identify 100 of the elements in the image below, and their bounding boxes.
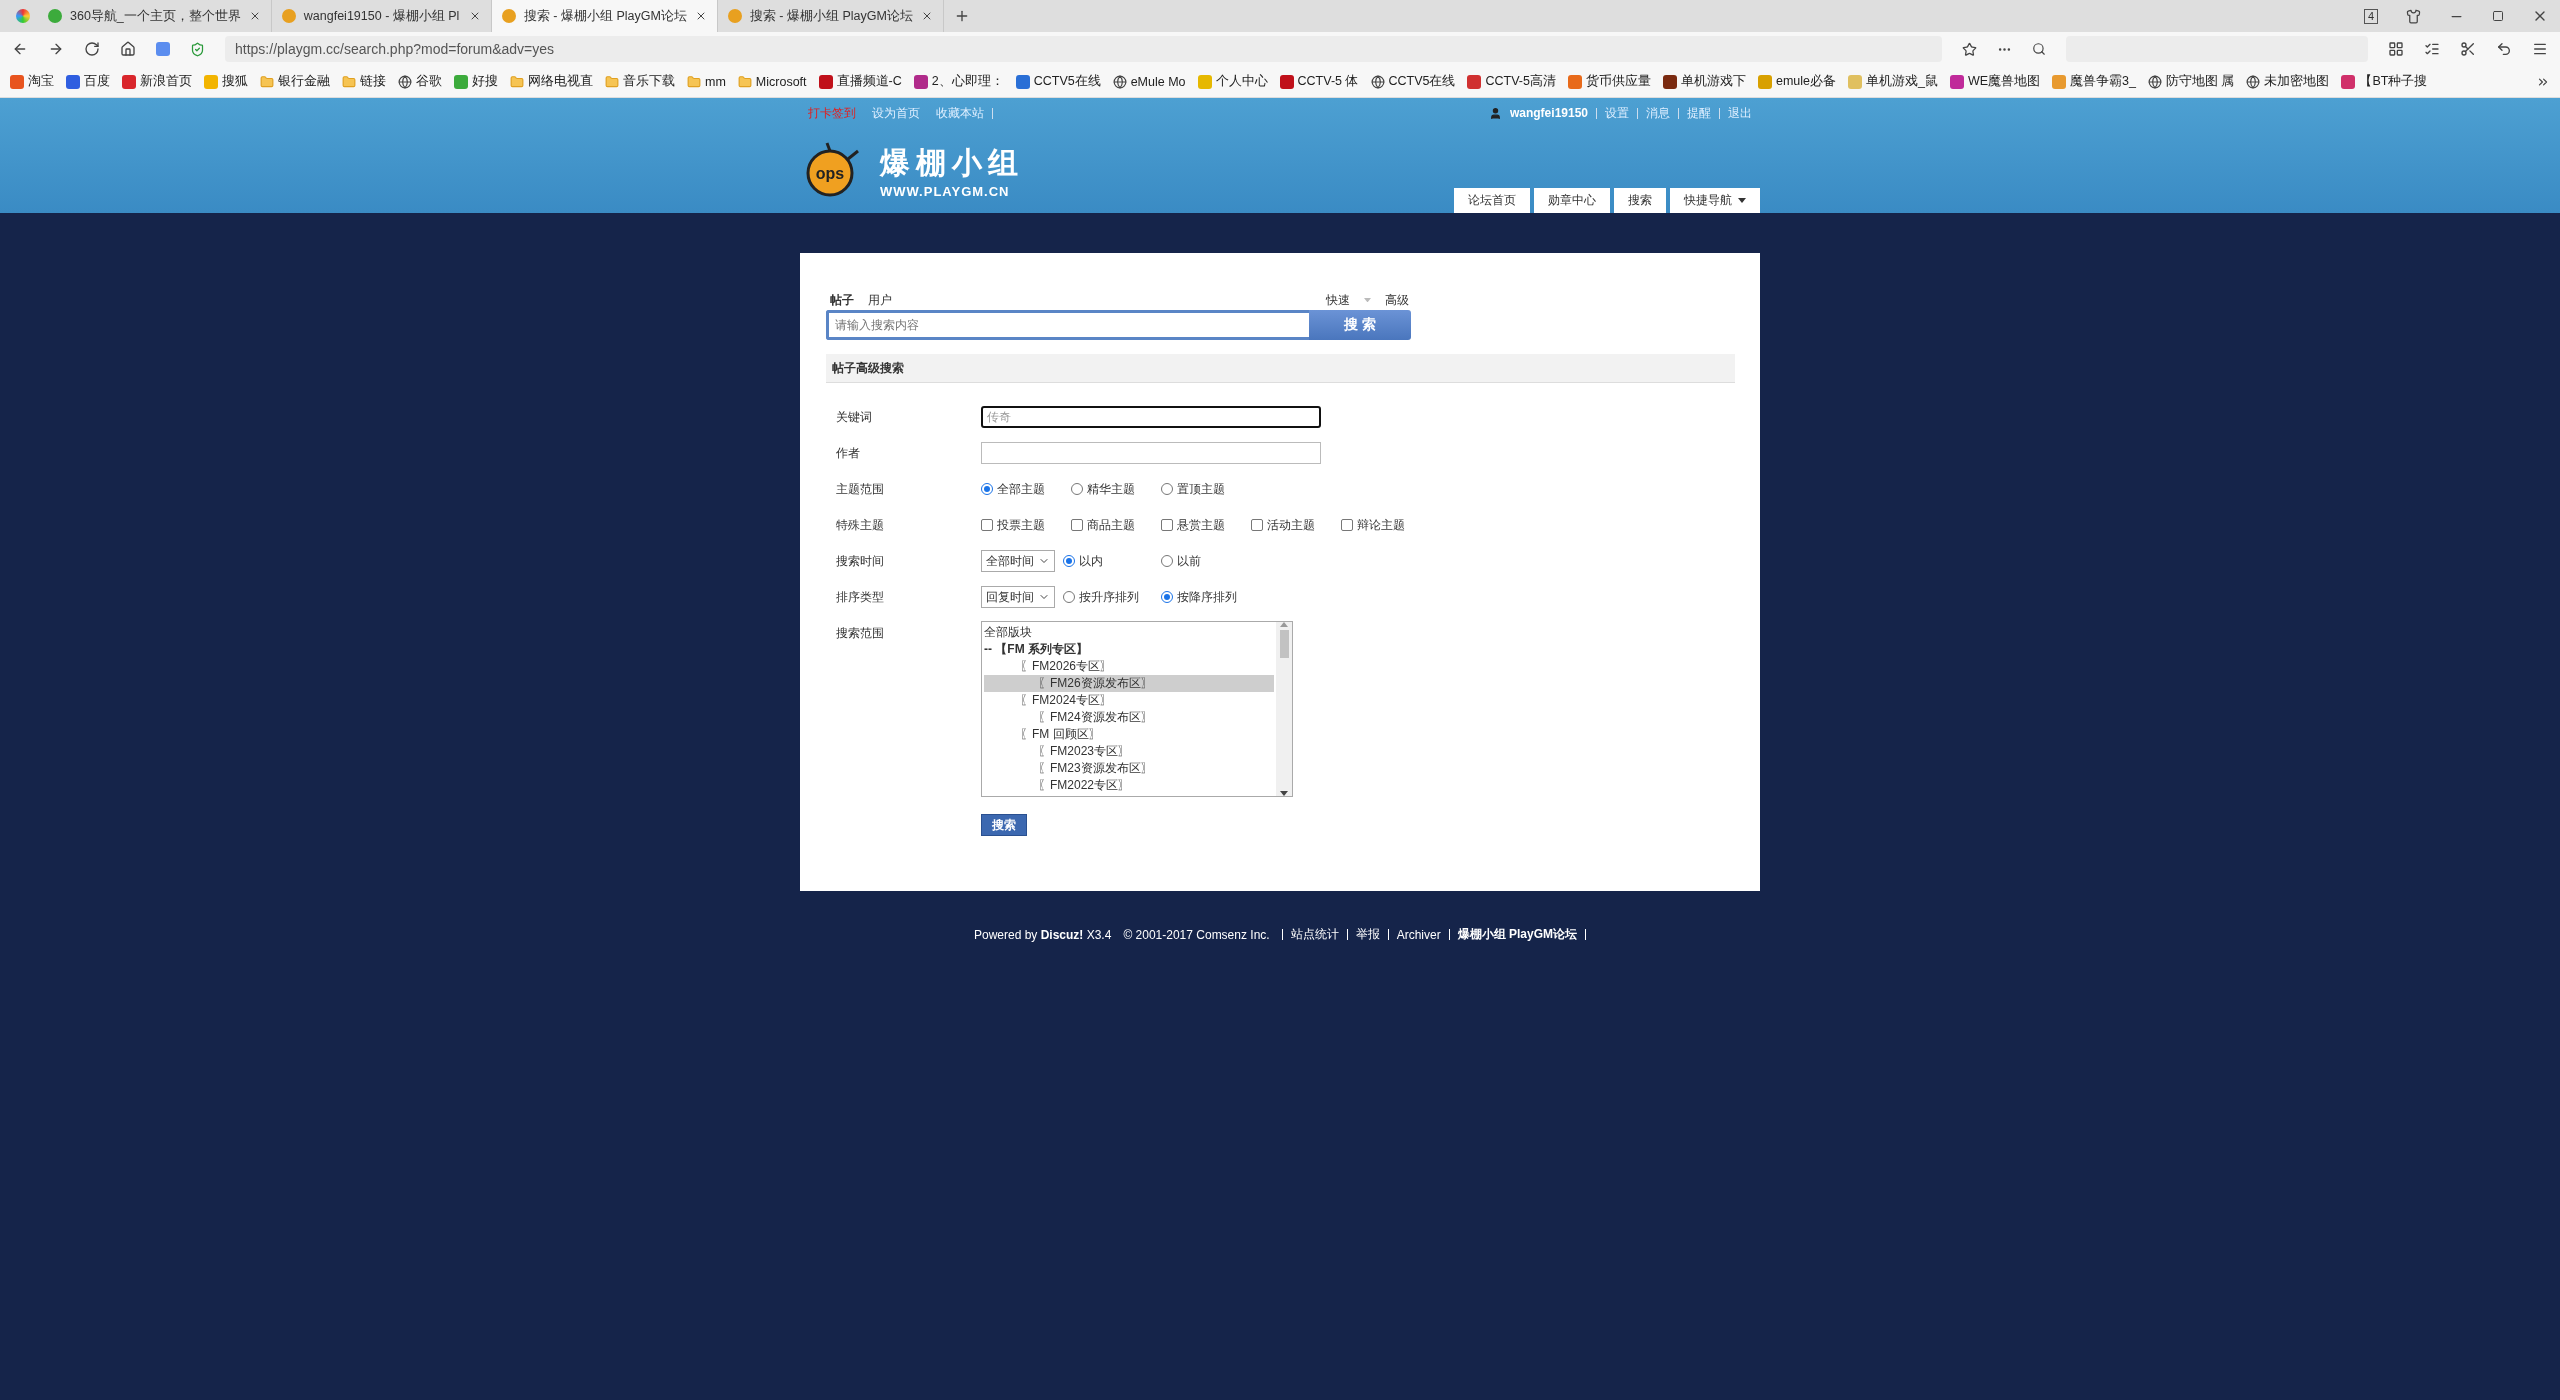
list-option[interactable]: 〖FM2026专区〗 [984, 658, 1274, 675]
bookmark-item[interactable]: emule必备 [1757, 73, 1836, 90]
footer-link[interactable]: 举报 [1355, 926, 1380, 943]
bookmark-item[interactable]: 未加密地图 [2246, 73, 2330, 90]
scrollbar-thumb[interactable] [1279, 630, 1289, 658]
maximize-icon[interactable] [2492, 10, 2504, 22]
radio-option[interactable]: 以内 [1063, 552, 1153, 570]
checkbox-option[interactable]: 悬赏主题 [1161, 516, 1243, 534]
bookmark-item[interactable]: CCTV-5 体 [1279, 73, 1359, 90]
list-option[interactable]: 〖FM26资源发布区〗 [984, 675, 1274, 692]
nav-button[interactable]: 勋章中心 [1534, 188, 1610, 213]
list-option[interactable]: 〖FM2023专区〗 [984, 743, 1274, 760]
scroll-up-icon[interactable] [1280, 622, 1288, 627]
checkbox-option[interactable]: 辩论主题 [1341, 516, 1423, 534]
browser-tab[interactable]: 搜索 - 爆棚小组 PlayGM论坛 [491, 0, 718, 32]
bookmark-item[interactable]: 银行金融 [260, 73, 330, 90]
bookmark-item[interactable]: 【BT种子搜 [2341, 73, 2428, 90]
checkbox-option[interactable]: 投票主题 [981, 516, 1063, 534]
radio-option[interactable]: 全部主题 [981, 480, 1063, 498]
bookmark-item[interactable]: 2、心即理： [913, 73, 1004, 90]
radio-icon[interactable] [1161, 483, 1173, 495]
bookmark-item[interactable]: 链接 [342, 73, 386, 90]
search-icon[interactable] [2032, 42, 2047, 56]
radio-icon[interactable] [1161, 591, 1173, 603]
bookmark-item[interactable]: Microsoft [737, 74, 807, 89]
select-field[interactable]: 回复时间 [981, 586, 1055, 608]
search-button[interactable]: 搜 索 [1309, 310, 1411, 340]
checkbox-icon[interactable] [981, 519, 993, 531]
footer-link[interactable]: Archiver [1396, 927, 1441, 942]
bookmark-item[interactable]: 谷歌 [398, 73, 442, 90]
bookmark-item[interactable]: 个人中心 [1197, 73, 1268, 90]
checkbox-icon[interactable] [1161, 519, 1173, 531]
footer-link[interactable]: 站点统计 [1290, 926, 1339, 943]
reload-icon[interactable] [84, 41, 100, 57]
shirt-icon[interactable] [2406, 8, 2421, 24]
bookmark-item[interactable]: 百度 [66, 73, 110, 90]
search-tab[interactable]: 用户 [868, 291, 892, 309]
radio-option[interactable]: 按降序排列 [1161, 588, 1237, 606]
scissors-icon[interactable] [2460, 41, 2476, 57]
select-field[interactable]: 全部时间 [981, 550, 1055, 572]
list-option[interactable]: 〖FM2022专区〗 [984, 777, 1274, 794]
bookmark-item[interactable]: 好搜 [454, 73, 498, 90]
bookmark-item[interactable]: 淘宝 [10, 73, 54, 90]
footer-link[interactable]: 爆棚小组 PlayGM论坛 [1457, 926, 1578, 943]
submit-button[interactable]: 搜索 [981, 814, 1027, 836]
nav-button[interactable]: 论坛首页 [1454, 188, 1530, 213]
bookmark-item[interactable]: 网络电视直 [510, 73, 593, 90]
back-icon[interactable] [12, 41, 28, 57]
nav-button[interactable]: 快捷导航 [1670, 188, 1760, 213]
favorites-icon[interactable] [2424, 41, 2440, 57]
list-option[interactable]: 〖FM 回顾区〗 [984, 726, 1274, 743]
bookmark-item[interactable]: CCTV-5高清 [1467, 73, 1556, 90]
bookmark-item[interactable]: 单机游戏下 [1662, 73, 1746, 90]
list-option[interactable]: 全部版块 [984, 624, 1274, 641]
bookmark-item[interactable]: 单机游戏_鼠 [1848, 73, 1938, 90]
list-option[interactable]: -- 【FM 系列专区】 [984, 641, 1274, 658]
window-count-badge[interactable]: 4 [2363, 8, 2378, 24]
checkbox-icon[interactable] [1341, 519, 1353, 531]
checkbox-icon[interactable] [1071, 519, 1083, 531]
checkbox-icon[interactable] [1251, 519, 1263, 531]
bookmark-item[interactable]: 新浪首页 [122, 73, 192, 90]
home-icon[interactable] [120, 41, 136, 57]
radio-icon[interactable] [1063, 555, 1075, 567]
bookmark-item[interactable]: 直播频道-C [818, 73, 902, 90]
search-tab[interactable]: 帖子 [830, 291, 854, 309]
search-input[interactable]: 请输入搜索内容 [826, 310, 1309, 340]
advanced-search-link[interactable]: 高级 [1385, 291, 1409, 309]
bookmark-item[interactable]: WE魔兽地图 [1949, 73, 2041, 90]
bookmark-item[interactable]: 音乐下载 [605, 73, 675, 90]
checkbox-option[interactable]: 活动主题 [1251, 516, 1333, 534]
radio-option[interactable]: 置顶主题 [1161, 480, 1243, 498]
radio-option[interactable]: 精华主题 [1071, 480, 1153, 498]
list-option[interactable]: 〖FM23资源发布区〗 [984, 760, 1274, 777]
scrollbar[interactable] [1276, 622, 1292, 796]
radio-icon[interactable] [1063, 591, 1075, 603]
bookmark-item[interactable]: CCTV5在线 [1370, 73, 1456, 90]
checkbox-option[interactable]: 商品主题 [1071, 516, 1153, 534]
forum-listbox[interactable]: 全部版块 -- 【FM 系列专区】 〖FM2026专区〗 〖FM26资源发布区〗 〖FM2024专区〗 〖FM24资源发布区〗 〖FM 回顾区〗 〖FM2023专区〗 〖FM23资源发布区〗 〖FM2022专区〗 [981, 621, 1293, 797]
grid-icon[interactable] [2388, 41, 2404, 57]
bookmark-item[interactable]: mm [687, 74, 726, 89]
address-bar[interactable]: https://playgm.cc/search.php?mod=forum&adv=yes [225, 36, 1943, 62]
radio-icon[interactable] [981, 483, 993, 495]
list-option[interactable]: 〖FM2024专区〗 [984, 692, 1274, 709]
bookmark-item[interactable]: 搜狐 [204, 73, 248, 90]
quick-search-link[interactable]: 快速 [1326, 291, 1350, 309]
bookmark-item[interactable]: 货币供应量 [1567, 73, 1651, 90]
nav-button[interactable]: 搜索 [1614, 188, 1666, 213]
bookmark-star-icon[interactable] [1962, 41, 1978, 57]
bookmark-item[interactable]: eMule Mo [1112, 74, 1186, 89]
list-option[interactable]: 〖FM24资源发布区〗 [984, 709, 1274, 726]
radio-icon[interactable] [1161, 555, 1173, 567]
forward-icon[interactable] [48, 41, 64, 57]
bookmark-item[interactable]: 防守地图 属 [2148, 73, 2235, 90]
radio-option[interactable]: 以前 [1161, 552, 1201, 570]
menu-icon[interactable] [2532, 41, 2548, 57]
radio-icon[interactable] [1071, 483, 1083, 495]
text-field[interactable] [981, 442, 1321, 464]
bookmark-item[interactable]: CCTV5在线 [1015, 73, 1101, 90]
bookmark-item[interactable]: 魔兽争霸3_ [2052, 73, 2136, 90]
undo-icon[interactable] [2496, 41, 2512, 57]
